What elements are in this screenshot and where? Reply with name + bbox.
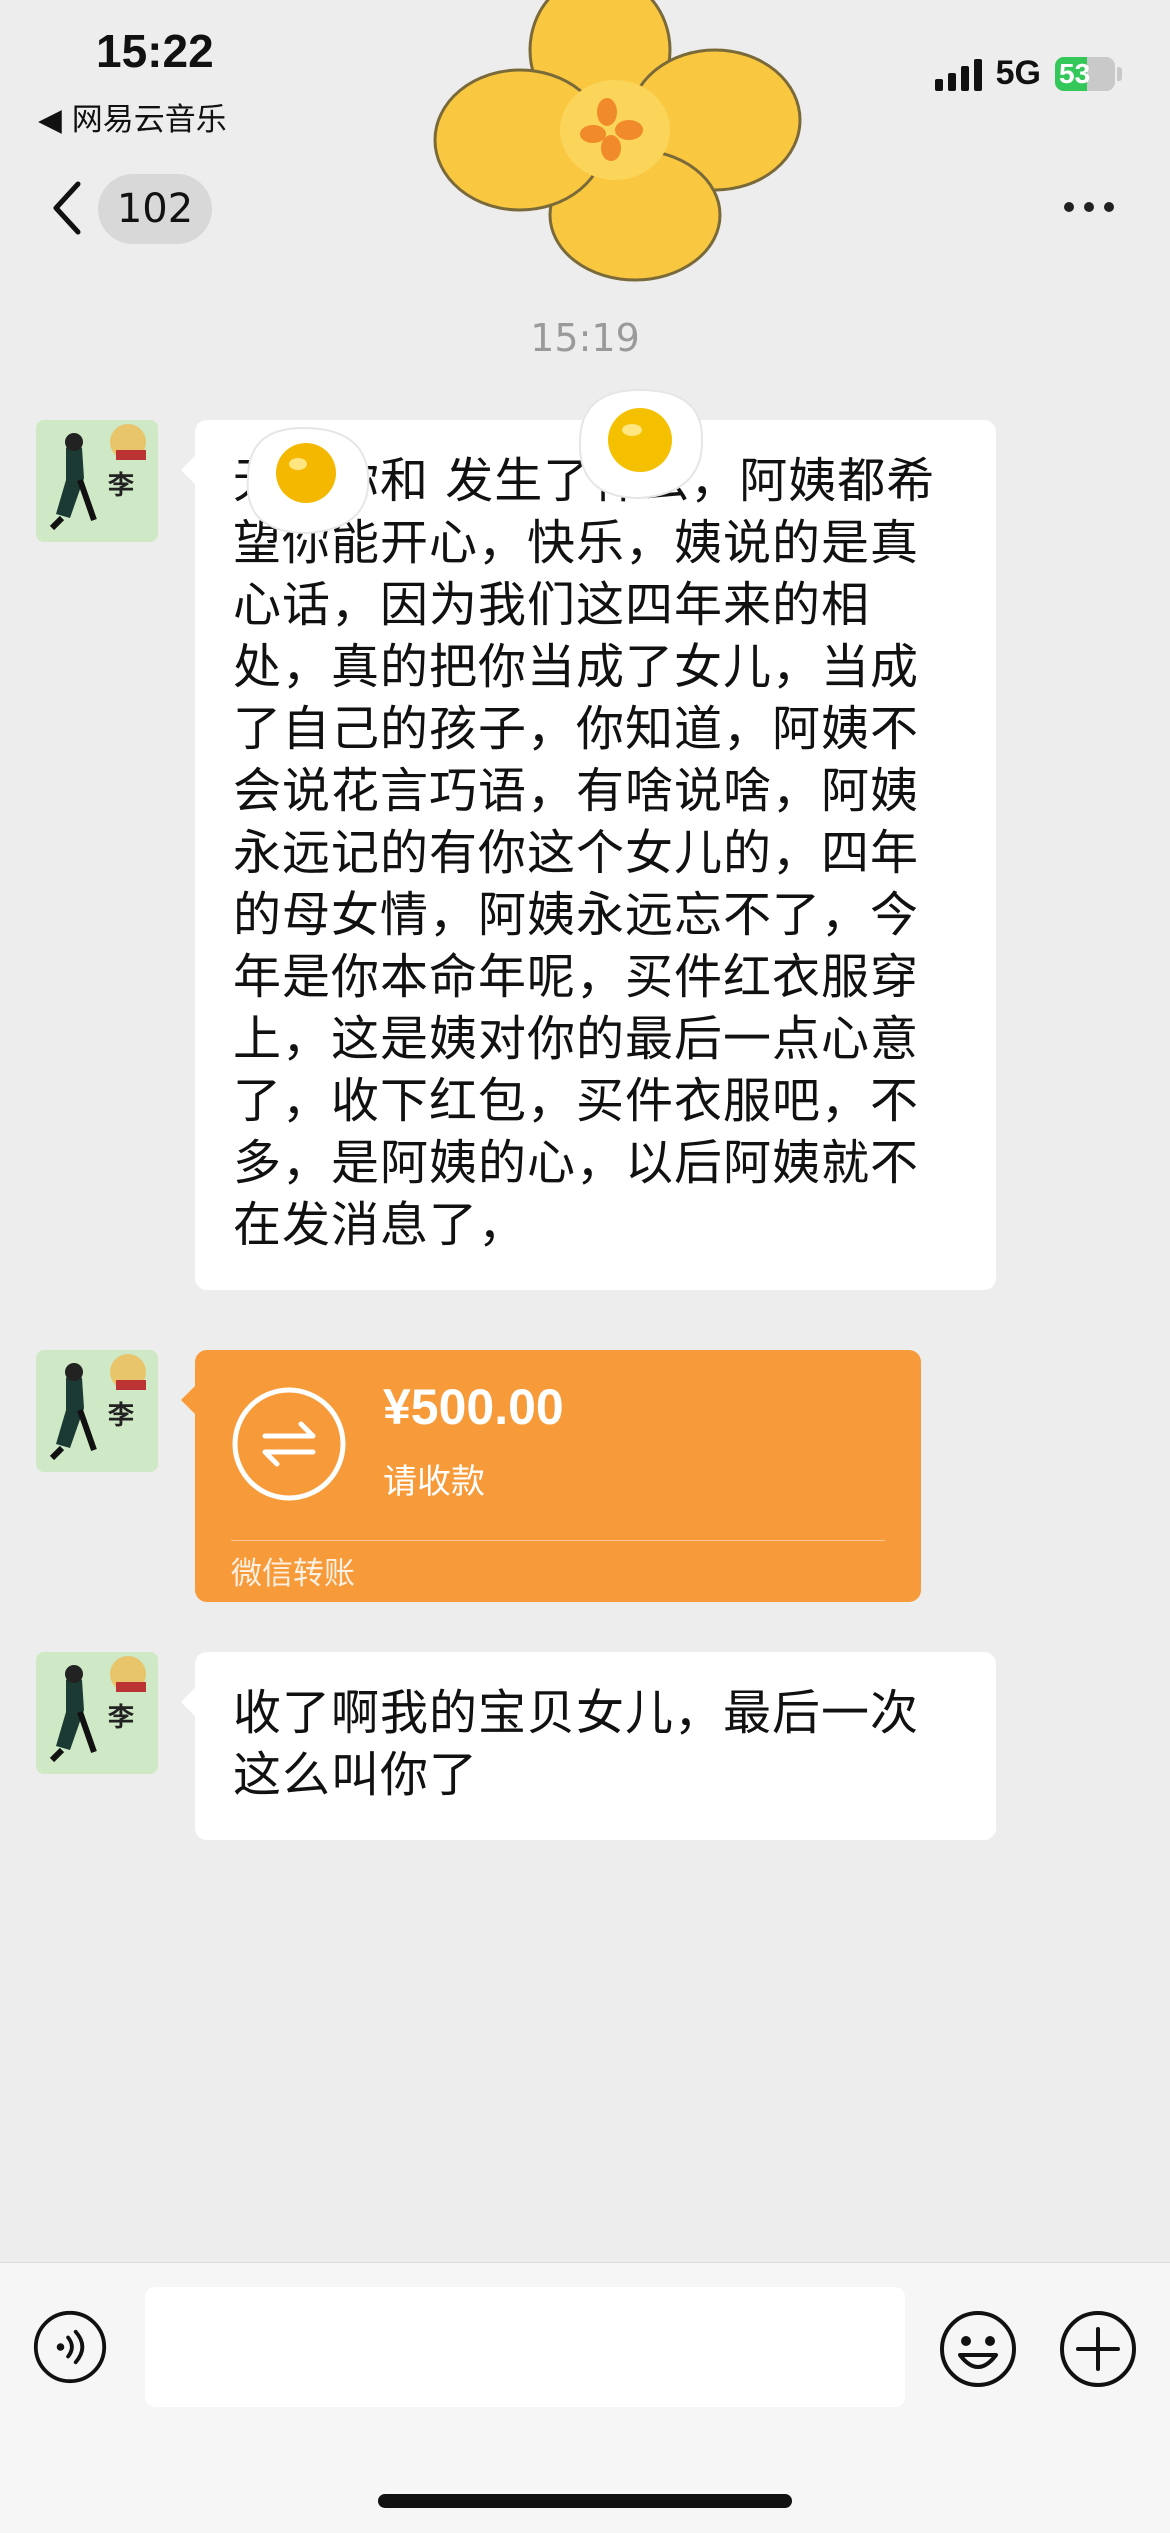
fried-egg-sticker (578, 388, 704, 500)
unread-count-badge[interactable]: 102 (98, 174, 212, 244)
emoji-icon[interactable] (938, 2309, 1018, 2389)
signal-icon (934, 57, 982, 91)
more-options-icon[interactable] (1064, 202, 1114, 212)
transfer-icon (232, 1387, 346, 1501)
home-indicator[interactable] (378, 2494, 792, 2508)
back-to-app-link[interactable]: ◀ 网易云音乐 (38, 94, 227, 139)
message-bubble[interactable]: 无论你和 发生了什么，阿姨都希望你能开心，快乐，姨说的是真心话，因为我们这四年来… (181, 420, 996, 1290)
back-arrow-icon[interactable] (50, 180, 84, 236)
fried-egg-sticker (246, 426, 370, 535)
transfer-footer: 微信转账 (231, 1556, 355, 1592)
input-bar (0, 2262, 1170, 2533)
transfer-card[interactable]: ¥500.00 请收款 微信转账 (181, 1350, 921, 1602)
transfer-amount: ¥500.00 (383, 1379, 564, 1435)
avatar[interactable]: 李 (36, 1350, 158, 1472)
avatar[interactable]: 李 (36, 1652, 158, 1774)
message-bubble[interactable]: 收了啊我的宝贝女儿，最后一次这么叫你了 (181, 1652, 996, 1840)
plus-icon[interactable] (1058, 2309, 1138, 2389)
avatar-label: 李 (107, 471, 135, 501)
voice-icon[interactable] (32, 2309, 108, 2385)
message-input[interactable] (145, 2287, 905, 2407)
network-type: 5G (995, 54, 1041, 92)
divider (231, 1540, 885, 1541)
avatar-label: 李 (107, 1401, 135, 1431)
status-time: 15:22 (96, 25, 214, 77)
battery-icon: 53 (1055, 56, 1122, 91)
flower-sticker (433, 0, 802, 282)
avatar-label: 李 (107, 1703, 135, 1733)
status-indicators: 5G 53 (934, 54, 1122, 93)
avatar[interactable]: 李 (36, 420, 158, 542)
chat-timestamp: 15:19 (530, 316, 640, 360)
message-text: 无论你和 发生了什么，阿姨都希望你能开心，快乐，姨说的是真心话，因为我们这四年来… (233, 453, 936, 1253)
message-text: 收了啊我的宝贝女儿，最后一次这么叫你了 (233, 1685, 920, 1803)
transfer-status: 请收款 (383, 1462, 485, 1502)
battery-level: 53 (1059, 57, 1091, 89)
